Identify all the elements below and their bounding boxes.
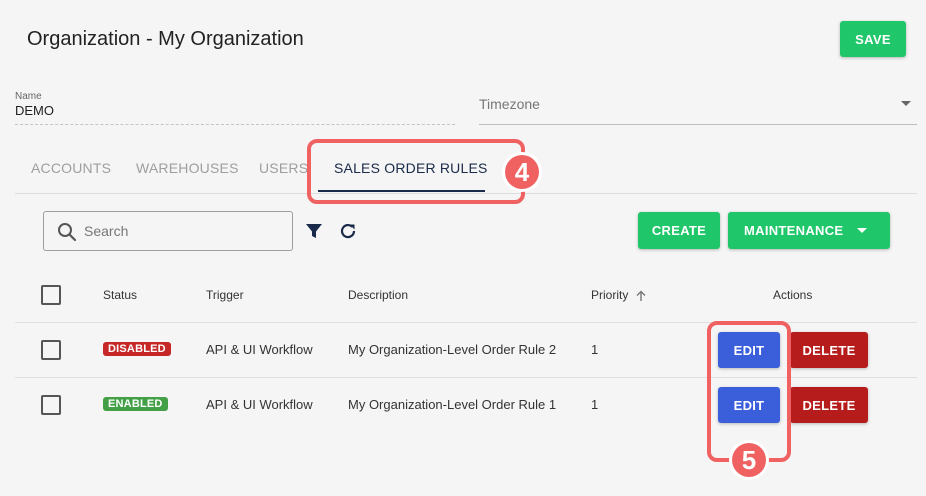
select-all-checkbox[interactable] — [41, 285, 61, 305]
tab-accounts[interactable]: ACCOUNTS — [31, 160, 111, 176]
column-actions: Actions — [773, 288, 813, 302]
column-priority[interactable]: Priority — [591, 288, 628, 302]
description-cell: My Organization-Level Order Rule 2 — [348, 342, 557, 357]
status-badge: ENABLED — [103, 397, 168, 411]
timezone-select[interactable]: Timezone — [479, 96, 540, 112]
maintenance-button[interactable]: MAINTENANCE — [728, 212, 890, 249]
priority-cell: 1 — [591, 342, 599, 357]
save-button[interactable]: SAVE — [840, 21, 906, 57]
refresh-icon[interactable] — [338, 221, 358, 246]
tab-warehouses[interactable]: WAREHOUSES — [136, 160, 239, 176]
callout-number-5: 5 — [732, 443, 766, 477]
name-label: Name — [15, 91, 42, 102]
column-description[interactable]: Description — [348, 288, 408, 302]
column-status[interactable]: Status — [103, 288, 137, 302]
column-trigger[interactable]: Trigger — [206, 288, 244, 302]
search-icon — [57, 222, 77, 247]
name-field-underline — [15, 124, 455, 125]
row-checkbox[interactable] — [41, 395, 61, 415]
callout-number-4: 4 — [505, 155, 539, 189]
sort-arrow-up-icon[interactable] — [635, 289, 647, 307]
filter-icon[interactable] — [305, 222, 323, 245]
row-checkbox[interactable] — [41, 340, 61, 360]
description-cell: My Organization-Level Order Rule 1 — [348, 397, 557, 412]
create-button[interactable]: CREATE — [638, 212, 720, 249]
trigger-cell: API & UI Workflow — [206, 342, 313, 357]
search-box[interactable] — [43, 211, 293, 251]
maintenance-label: MAINTENANCE — [744, 223, 844, 238]
trigger-cell: API & UI Workflow — [206, 397, 313, 412]
chevron-down-icon[interactable] — [901, 101, 911, 106]
page-title: Organization - My Organization — [27, 28, 304, 50]
timezone-underline — [479, 124, 917, 125]
tab-users[interactable]: USERS — [259, 160, 308, 176]
delete-button[interactable]: DELETE — [790, 387, 868, 423]
delete-button[interactable]: DELETE — [790, 332, 868, 368]
status-badge: DISABLED — [103, 342, 171, 356]
caret-down-icon — [857, 228, 867, 233]
priority-cell: 1 — [591, 397, 599, 412]
callout-highlight-tabs — [307, 139, 525, 204]
name-field[interactable]: DEMO — [15, 103, 54, 118]
search-input[interactable] — [84, 221, 284, 241]
callout-highlight-edit — [707, 321, 791, 462]
